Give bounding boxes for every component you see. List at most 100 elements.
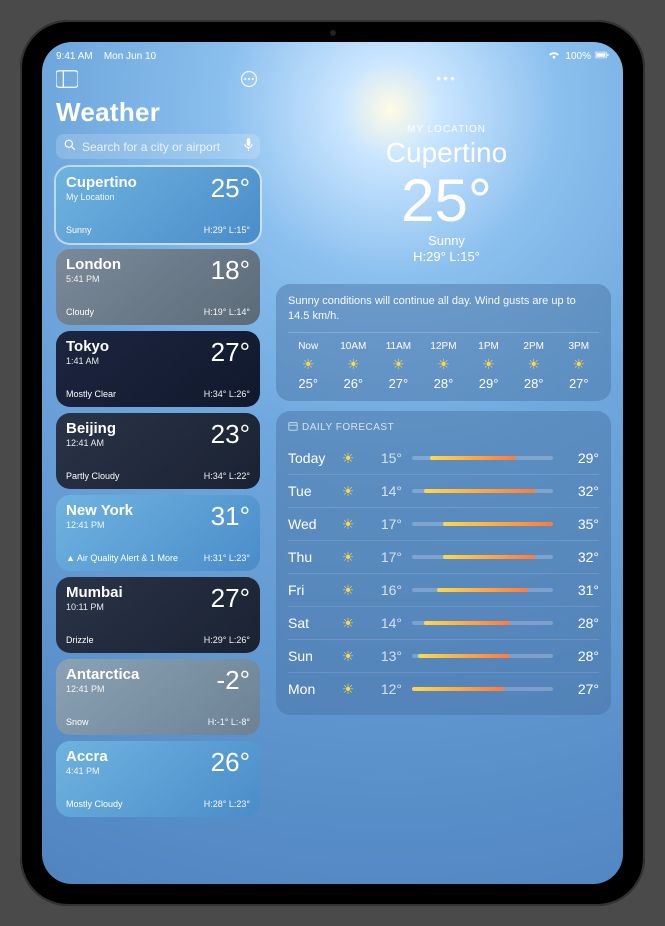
city-condition: ▲ Air Quality Alert & 1 More: [66, 553, 178, 563]
day-low: 14°: [362, 483, 402, 499]
day-name: Today: [288, 450, 334, 466]
city-card[interactable]: Mumbai10:11 PM27°DrizzleH:29° L:26°: [56, 577, 260, 653]
day-row: Wed☀︎17°35°: [288, 507, 599, 540]
day-high: 29°: [563, 450, 599, 466]
day-name: Mon: [288, 681, 334, 697]
sun-icon: ☀︎: [334, 616, 362, 630]
day-row: Sun☀︎13°28°: [288, 639, 599, 672]
city-name: Cupertino: [66, 175, 137, 190]
search-input[interactable]: [82, 140, 237, 154]
sidebar-title: Weather: [56, 97, 260, 128]
city-high-low: H:34° L:22°: [204, 471, 250, 481]
city-temp: -2°: [216, 667, 250, 693]
temp-range-bar: [412, 621, 553, 625]
hour-column: 1PM☀︎29°: [468, 341, 508, 391]
hourly-forecast-panel[interactable]: Sunny conditions will continue all day. …: [276, 284, 611, 401]
location-condition: Sunny: [270, 233, 623, 248]
sun-icon: ☀︎: [334, 583, 362, 597]
search-icon: [64, 139, 76, 154]
sun-icon: ☀︎: [347, 357, 360, 371]
day-low: 17°: [362, 549, 402, 565]
sun-icon: ☀︎: [572, 357, 585, 371]
city-high-low: H:-1° L:-8°: [208, 717, 250, 727]
temp-range-bar: [412, 489, 553, 493]
city-card[interactable]: London5:41 PM18°CloudyH:19° L:14°: [56, 249, 260, 325]
statusbar-time: 9:41 AM: [56, 51, 93, 62]
city-card[interactable]: New York12:41 PM31°▲ Air Quality Alert &…: [56, 495, 260, 571]
city-high-low: H:19° L:14°: [204, 307, 250, 317]
sun-icon: ☀︎: [527, 357, 540, 371]
day-low: 14°: [362, 615, 402, 631]
city-high-low: H:34° L:26°: [204, 389, 250, 399]
city-condition: Partly Cloudy: [66, 471, 120, 481]
sun-icon: ☀︎: [392, 357, 405, 371]
day-high: 28°: [563, 648, 599, 664]
city-condition: Snow: [66, 717, 89, 727]
city-card[interactable]: Beijing12:41 AM23°Partly CloudyH:34° L:2…: [56, 413, 260, 489]
sun-icon: ☀︎: [334, 484, 362, 498]
day-row: Fri☀︎16°31°: [288, 573, 599, 606]
city-condition: Sunny: [66, 225, 92, 235]
sun-icon: ☀︎: [334, 649, 362, 663]
wifi-icon: [547, 50, 561, 63]
daily-title: DAILY FORECAST: [302, 422, 394, 433]
city-name: Mumbai: [66, 585, 123, 600]
more-icon[interactable]: [238, 70, 260, 93]
calendar-icon: [288, 421, 298, 434]
page-dots[interactable]: •••: [270, 70, 623, 86]
city-card[interactable]: Tokyo1:41 AM27°Mostly ClearH:34° L:26°: [56, 331, 260, 407]
statusbar-date: Mon Jun 10: [104, 51, 156, 62]
temp-range-bar: [412, 522, 553, 526]
daily-forecast-panel[interactable]: DAILY FORECAST Today☀︎15°29°Tue☀︎14°32°W…: [276, 411, 611, 715]
city-sub: 1:41 AM: [66, 356, 109, 366]
day-row: Today☀︎15°29°: [288, 442, 599, 474]
location-name: Cupertino: [270, 137, 623, 169]
day-high: 35°: [563, 516, 599, 532]
hour-column: 10AM☀︎26°: [333, 341, 373, 391]
day-low: 12°: [362, 681, 402, 697]
city-name: New York: [66, 503, 133, 518]
hour-column: 12PM☀︎28°: [423, 341, 463, 391]
search-field[interactable]: [56, 134, 260, 159]
day-high: 31°: [563, 582, 599, 598]
sun-icon: ☀︎: [437, 357, 450, 371]
city-name: London: [66, 257, 121, 272]
day-row: Sat☀︎14°28°: [288, 606, 599, 639]
city-sub: 12:41 AM: [66, 438, 116, 448]
temp-range-bar: [412, 654, 553, 658]
city-temp: 27°: [211, 585, 250, 611]
city-name: Accra: [66, 749, 108, 764]
temp-range-bar: [412, 456, 553, 460]
city-sub: 12:41 PM: [66, 684, 139, 694]
day-row: Mon☀︎12°27°: [288, 672, 599, 705]
day-name: Fri: [288, 582, 334, 598]
hour-column: 3PM☀︎27°: [559, 341, 599, 391]
city-high-low: H:28° L:23°: [204, 799, 250, 809]
city-temp: 23°: [211, 421, 250, 447]
city-card[interactable]: Accra 4:41 PM 26° Mostly Cloudy H:28° L:23°: [56, 741, 260, 817]
temp-range-bar: [412, 687, 553, 691]
hour-column: 11AM☀︎27°: [378, 341, 418, 391]
location-temp: 25°: [270, 171, 623, 231]
day-name: Tue: [288, 483, 334, 499]
battery-icon: [595, 50, 609, 63]
mic-icon[interactable]: [243, 138, 254, 155]
city-name: Tokyo: [66, 339, 109, 354]
day-name: Thu: [288, 549, 334, 565]
hour-column: 2PM☀︎28°: [513, 341, 553, 391]
sidebar-toggle-icon[interactable]: [56, 70, 78, 93]
city-sub: My Location: [66, 192, 137, 202]
city-high-low: H:29° L:15°: [204, 225, 250, 235]
city-temp: 18°: [211, 257, 250, 283]
day-low: 15°: [362, 450, 402, 466]
city-temp: 26°: [211, 749, 250, 775]
city-condition: Cloudy: [66, 307, 94, 317]
city-name: Antarctica: [66, 667, 139, 682]
day-name: Wed: [288, 516, 334, 532]
city-card[interactable]: CupertinoMy Location25°SunnyH:29° L:15°: [56, 167, 260, 243]
city-sub: 4:41 PM: [66, 766, 108, 776]
city-card[interactable]: Antarctica 12:41 PM -2° Snow H:-1° L:-8°: [56, 659, 260, 735]
location-high-low: H:29° L:15°: [270, 249, 623, 264]
temp-range-bar: [412, 588, 553, 592]
city-condition: Mostly Cloudy: [66, 799, 123, 809]
